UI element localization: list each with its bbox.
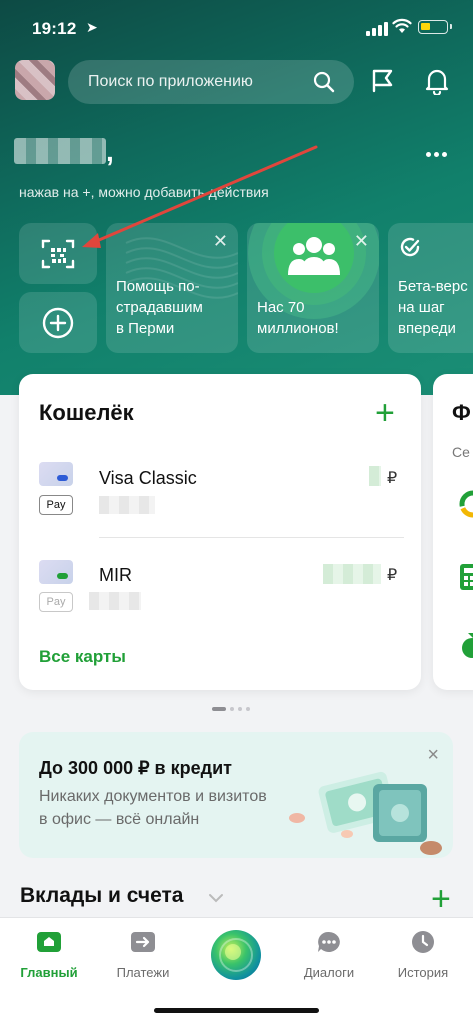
all-cards-link[interactable]: Все карты — [39, 647, 126, 667]
chevron-down-icon[interactable] — [208, 893, 224, 903]
location-arrow-icon: ➤ — [86, 19, 98, 35]
search-icon — [313, 71, 335, 93]
money-stack-illustration — [289, 771, 442, 855]
cellular-signal-icon — [366, 22, 388, 36]
peek-subtitle: Се — [452, 444, 470, 460]
story-line: Нас 70 — [257, 299, 305, 316]
story-line: Бета-верс — [398, 278, 468, 295]
story-text: Нас 70 миллионов! — [257, 297, 339, 339]
battery-icon — [418, 20, 452, 34]
card-name: Visa Classic — [99, 468, 197, 488]
wifi-icon — [392, 18, 412, 33]
tab-payments[interactable]: Платежи — [98, 930, 188, 980]
donut-chart-icon — [459, 490, 473, 518]
wallet-title: Кошелёк — [39, 400, 134, 425]
card-thumbnail — [39, 462, 73, 486]
card-name: MIR — [99, 565, 132, 585]
sber-assistant-button[interactable] — [211, 930, 261, 980]
chat-bubble-icon — [318, 931, 340, 952]
status-time: 19:12 — [32, 19, 77, 38]
story-card-perm[interactable]: ✕ Помощь по- страдавшим в Перми — [106, 223, 238, 353]
qr-scan-button[interactable] — [19, 223, 97, 284]
search-field[interactable]: Поиск по приложению — [68, 60, 354, 104]
add-wallet-button[interactable]: + — [375, 396, 395, 430]
pager-indicator — [212, 707, 250, 711]
check-circle-icon — [400, 237, 420, 257]
story-line: миллионов! — [257, 320, 339, 337]
story-line: впереди — [398, 320, 456, 337]
assistant-orb-icon — [219, 938, 253, 972]
apple-pay-label: Pay — [46, 596, 66, 608]
home-icon — [37, 932, 61, 952]
tab-dialogs[interactable]: Диалоги — [284, 930, 374, 980]
greeting-comma: , — [106, 136, 114, 167]
promo-title: До 300 000 ₽ в кредит — [39, 758, 232, 778]
calculator-icon — [460, 564, 473, 590]
card-number-blurred — [89, 592, 141, 610]
avatar[interactable] — [15, 60, 55, 100]
tab-label: Диалоги — [303, 965, 355, 980]
wallet-card: Кошелёк + Pay Visa Classic ₽ Pay MIR ₽ В… — [19, 374, 421, 690]
deposits-title: Вклады и счета — [20, 884, 184, 907]
peek-title: Ф — [452, 400, 471, 425]
story-line: в Перми — [116, 320, 175, 337]
story-line: страдавшим — [116, 299, 203, 316]
tab-history[interactable]: История — [378, 930, 468, 980]
more-options-icon[interactable] — [426, 152, 447, 157]
promo-subtitle: Никаких документов и визитов в офис — вс… — [39, 788, 267, 828]
apple-pay-label: Pay — [46, 499, 66, 511]
plus-circle-icon — [42, 307, 74, 339]
money-bag-icon — [462, 633, 473, 658]
story-line: на шаг — [398, 299, 445, 316]
apple-pay-badge: Pay — [39, 495, 73, 515]
divider — [99, 537, 404, 538]
card-thumbnail — [39, 560, 73, 584]
transfer-arrow-icon — [131, 932, 155, 952]
clock-icon — [412, 931, 434, 953]
story-text: Бета-верс на шаг впереди — [398, 276, 468, 339]
balance-blurred — [323, 564, 381, 584]
search-placeholder: Поиск по приложению — [88, 73, 253, 90]
story-card-beta[interactable]: Бета-верс на шаг впереди — [388, 223, 473, 353]
bell-icon[interactable] — [424, 67, 450, 95]
username-blurred — [14, 138, 106, 164]
status-bar: 19:12 ➤ — [0, 0, 473, 52]
tab-home[interactable]: Главный — [4, 930, 94, 980]
credit-promo-banner[interactable]: До 300 000 ₽ в кредит Никаких документов… — [19, 732, 453, 858]
qr-scan-icon — [41, 239, 75, 269]
actions-hint: нажав на +, можно добавить действия — [19, 184, 269, 200]
tab-label: История — [397, 965, 449, 980]
story-line: Помощь по- — [116, 278, 200, 295]
currency-symbol: ₽ — [387, 567, 398, 584]
next-card-peek[interactable]: Ф Се — [433, 374, 473, 690]
currency-symbol: ₽ — [387, 470, 398, 487]
tab-label: Платежи — [116, 965, 170, 980]
close-icon[interactable]: ✕ — [354, 231, 369, 252]
home-indicator — [154, 1008, 319, 1013]
add-action-button[interactable] — [19, 292, 97, 353]
apple-pay-badge: Pay — [39, 592, 73, 612]
flag-icon[interactable] — [370, 68, 396, 94]
add-deposit-button[interactable]: + — [431, 882, 451, 916]
tab-label: Главный — [20, 965, 78, 980]
story-text: Помощь по- страдавшим в Перми — [116, 276, 203, 339]
balance-blurred — [369, 466, 381, 486]
story-card-70-million[interactable]: ✕ Нас 70 миллионов! — [247, 223, 379, 353]
card-number-blurred — [99, 496, 155, 514]
close-icon[interactable]: ✕ — [213, 231, 228, 252]
